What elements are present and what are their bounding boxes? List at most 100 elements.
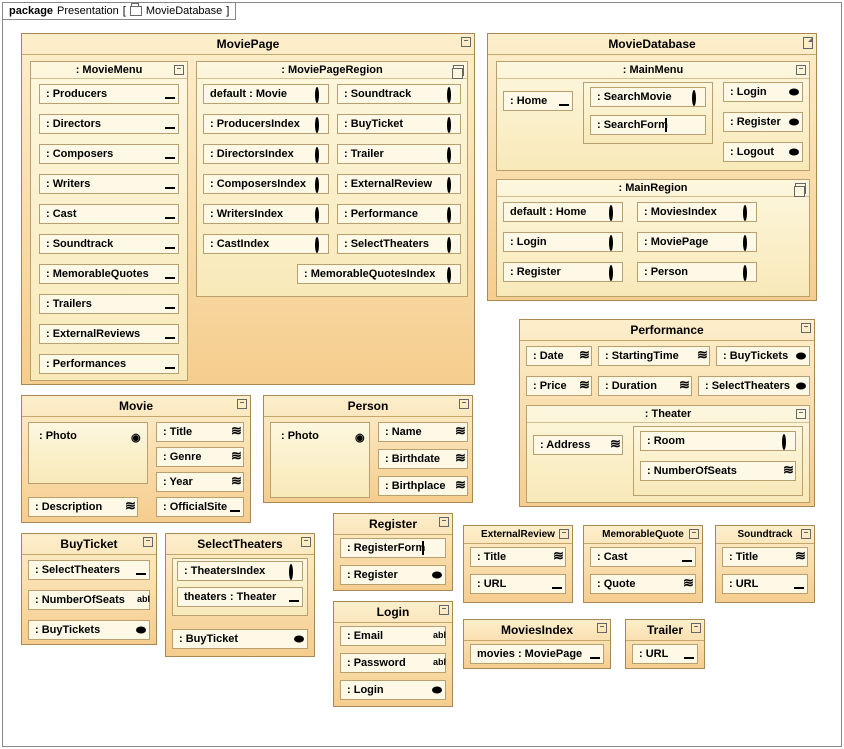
- attr-mr-register: : Register: [503, 262, 623, 282]
- abi-icon: abI: [137, 595, 147, 605]
- circle-icon: [692, 90, 696, 106]
- soundtrack-title: Soundtrack: [737, 529, 792, 540]
- attr-starttime: : StartingTime≋: [598, 346, 710, 366]
- circle-icon: [743, 265, 747, 281]
- attr-selecttheaters-r: : SelectTheaters: [337, 234, 461, 254]
- mainmenu-title: : MainMenu: [623, 64, 684, 76]
- attr-pphoto: : Photo◉: [275, 427, 351, 445]
- class-icon: [801, 323, 811, 333]
- attr-room: : Room: [640, 431, 796, 451]
- performance-class: Performance : Date≋ : StartingTime≋ : Bu…: [519, 319, 815, 507]
- attr-searchmovie: : SearchMovie: [590, 87, 706, 107]
- attr-home: : Home: [503, 91, 573, 111]
- circle-icon: [447, 267, 451, 283]
- form-icon: [422, 541, 424, 555]
- circle-icon: [447, 237, 451, 253]
- attr-soundtrack: : Soundtrack: [39, 234, 179, 254]
- link-icon: [165, 119, 175, 129]
- waves-icon: ≋: [579, 381, 589, 391]
- attr-trailer-r: : Trailer: [337, 144, 461, 164]
- attr-st-buy: : BuyTicket: [172, 629, 308, 649]
- person-title: Person: [348, 399, 389, 413]
- link-icon: [165, 239, 175, 249]
- attr-er-title: : Title≋: [470, 547, 566, 567]
- circle-icon: [447, 117, 451, 133]
- login-class: Login : EmailabI : PasswordabI : Login: [333, 601, 453, 707]
- attr-mq-quote: : Quote≋: [590, 574, 696, 594]
- attr-title: : Title≋: [156, 422, 244, 442]
- attr-cast: : Cast: [39, 204, 179, 224]
- link-icon: [559, 96, 569, 106]
- dot-icon: [136, 627, 146, 634]
- moviedatabase-class: MovieDatabase : MainMenu : Home : Search…: [487, 33, 817, 301]
- attr-theaters: theaters : Theater: [177, 587, 303, 607]
- attr-bt-select: : SelectTheaters: [28, 560, 150, 580]
- movie-photo-box: : Photo◉: [28, 422, 148, 484]
- attr-trailer-url: : URL: [632, 644, 698, 664]
- waves-icon: ≋: [683, 579, 693, 589]
- attr-mr-login: : Login: [503, 232, 623, 252]
- dot-icon: [432, 572, 442, 579]
- waves-icon: ≋: [610, 440, 620, 450]
- moviepage-title: MoviePage: [217, 37, 280, 51]
- link-icon: [289, 592, 299, 602]
- movie-title: Movie: [119, 399, 153, 413]
- buyticket-class: BuyTicket : SelectTheaters : NumberOfSea…: [21, 533, 157, 645]
- link-icon: [165, 179, 175, 189]
- attr-producersidx: : ProducersIndex: [203, 114, 329, 134]
- theatersindex-box: : TheatersIndex theaters : Theater: [172, 558, 308, 616]
- attr-desc: : Description≋: [28, 497, 138, 517]
- class-icon: [691, 623, 701, 633]
- class-icon: [796, 65, 806, 75]
- trailer-class: Trailer : URL: [625, 619, 705, 669]
- attr-year: : Year≋: [156, 472, 244, 492]
- link-icon: [165, 329, 175, 339]
- theater-sub: : Theater : Address≋ : Room : NumberOfSe…: [526, 405, 810, 503]
- class-icon: [796, 409, 806, 419]
- link-icon: [136, 565, 146, 575]
- buyticket-title: BuyTicket: [60, 537, 117, 551]
- attr-loginbtn: : Login: [340, 680, 446, 700]
- attr-regform: : RegisterForm: [340, 538, 446, 558]
- class-icon: [461, 37, 471, 47]
- class-icon: [559, 529, 569, 539]
- waves-icon: ≋: [795, 552, 805, 562]
- person-photo-box: : Photo◉: [270, 422, 370, 498]
- attr-mq-cast: : Cast: [590, 547, 696, 567]
- dot-icon: [789, 149, 799, 156]
- circle-icon: [315, 237, 319, 253]
- attr-performances: : Performances: [39, 354, 179, 374]
- moviepage-class: MoviePage : MovieMenu : Producers : Dire…: [21, 33, 475, 385]
- attr-address: : Address≋: [533, 435, 623, 455]
- attr-login: : Login: [723, 82, 803, 102]
- attr-date: : Date≋: [526, 346, 592, 366]
- package-frame: package Presentation [ MovieDatabase ] M…: [2, 2, 842, 747]
- link-icon: [552, 579, 562, 589]
- multi-icon: [794, 183, 806, 195]
- attr-officialsite: : OfficialSite: [156, 497, 244, 517]
- attr-theatersindex: : TheatersIndex: [177, 561, 303, 581]
- circle-icon: [447, 207, 451, 223]
- moviemenu-title: : MovieMenu: [76, 64, 143, 76]
- dot-icon: [796, 383, 806, 390]
- waves-icon: ≋: [125, 502, 135, 512]
- attr-composers: : Composers: [39, 144, 179, 164]
- waves-icon: ≋: [231, 477, 241, 487]
- movie-class: Movie : Photo◉ : Title≋ : Genre≋ : Year≋…: [21, 395, 251, 523]
- memorablequote-title: MemorableQuote: [602, 529, 684, 540]
- register-class: Register : RegisterForm : Register: [333, 513, 453, 591]
- waves-icon: ≋: [231, 427, 241, 437]
- room-box: : Room : NumberOfSeats≋: [633, 426, 803, 496]
- theater-title: : Theater: [645, 408, 691, 420]
- searchmovie-box: : SearchMovie : SearchForm: [583, 82, 713, 144]
- selecttheaters-class: SelectTheaters : TheatersIndex theaters …: [165, 533, 315, 657]
- link-icon: [165, 149, 175, 159]
- attr-directorsidx: : DirectorsIndex: [203, 144, 329, 164]
- class-icon: [801, 529, 811, 539]
- waves-icon: ≋: [579, 351, 589, 361]
- attr-email: : EmailabI: [340, 626, 446, 646]
- memorablequote-class: MemorableQuote : Cast : Quote≋: [583, 525, 703, 603]
- circle-icon: [447, 87, 451, 103]
- attr-memquotesidx: : MemorableQuotesIndex: [297, 264, 461, 284]
- attr-birthplace: : Birthplace≋: [378, 476, 468, 496]
